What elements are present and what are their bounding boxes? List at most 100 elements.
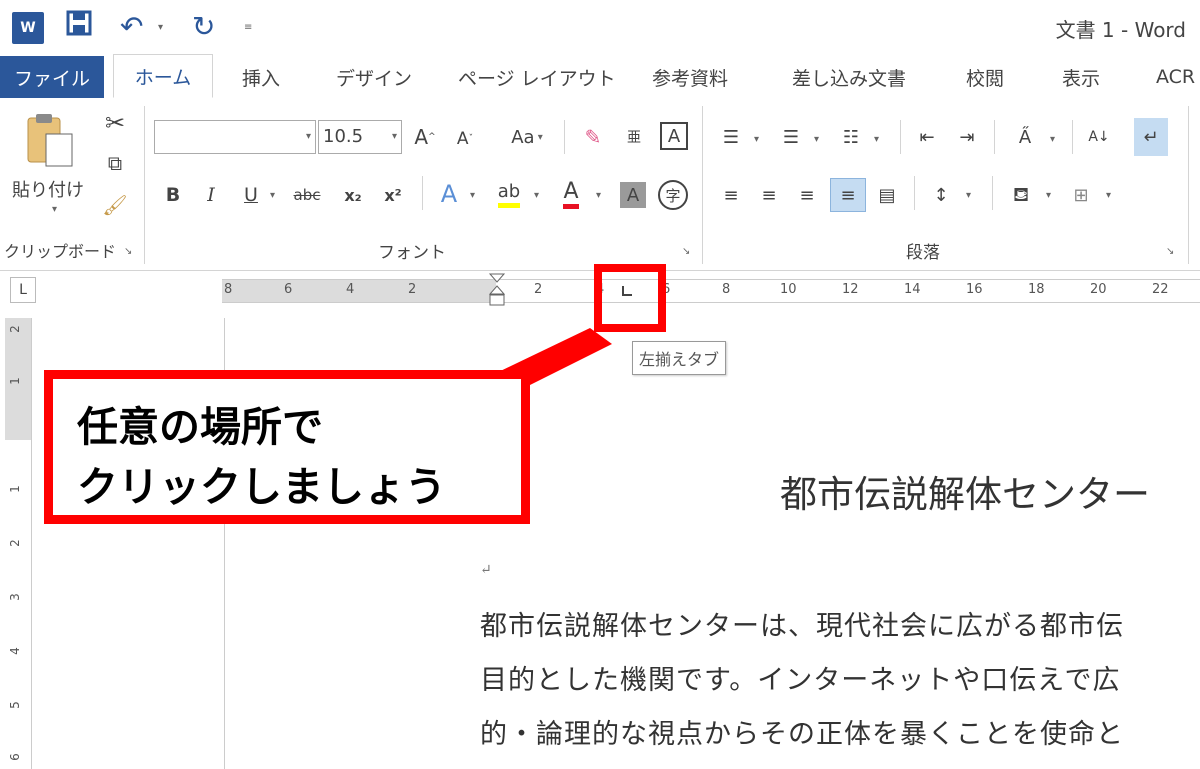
indent-markers-icon[interactable] bbox=[488, 272, 506, 316]
line-spacing-dropdown-icon[interactable]: ▾ bbox=[966, 190, 971, 201]
word-app-icon[interactable]: W bbox=[12, 12, 44, 44]
font-color-dropdown-icon[interactable]: ▾ bbox=[596, 190, 601, 201]
shrink-font-icon[interactable]: Aˇ bbox=[452, 124, 478, 154]
font-separator bbox=[564, 120, 565, 154]
para-separator bbox=[994, 120, 995, 154]
paste-icon[interactable] bbox=[24, 112, 76, 170]
tab-selector-button[interactable]: L bbox=[10, 277, 36, 303]
phonetic-guide-icon[interactable]: 亜 bbox=[622, 120, 646, 154]
underline-dropdown-icon[interactable]: ▾ bbox=[270, 190, 275, 201]
align-center-icon[interactable]: ≡ bbox=[754, 180, 784, 210]
font-name-dropdown-icon[interactable]: ▾ bbox=[306, 131, 311, 142]
tab-acrobat[interactable]: ACR bbox=[1156, 56, 1195, 98]
align-right-icon[interactable]: ≡ bbox=[792, 180, 822, 210]
paragraph-launcher-icon[interactable]: ↘ bbox=[1166, 246, 1174, 257]
numbering-icon[interactable]: ☰ bbox=[776, 122, 806, 152]
bullets-dropdown-icon[interactable]: ▾ bbox=[754, 134, 759, 145]
borders-dropdown-icon[interactable]: ▾ bbox=[1106, 190, 1111, 201]
sort-icon[interactable]: A↓ bbox=[1084, 120, 1114, 154]
horizontal-ruler[interactable]: 8 6 4 2 2 4 6 8 10 12 14 16 18 20 22 bbox=[222, 273, 1200, 306]
vertical-ruler[interactable]: 2 1 1 2 3 4 5 6 bbox=[5, 318, 32, 769]
document-line[interactable]: 目的とした機関です。インターネットや口伝えで広 bbox=[480, 658, 1121, 697]
tab-design[interactable]: デザイン bbox=[336, 56, 412, 98]
subscript-button[interactable]: x₂ bbox=[340, 180, 366, 210]
cut-icon[interactable]: ✂ bbox=[100, 108, 130, 138]
customize-qat-icon[interactable]: ≡ bbox=[244, 22, 252, 33]
highlight-color-icon[interactable]: ab bbox=[492, 178, 526, 210]
ruler-number: 2 bbox=[408, 282, 417, 297]
underline-button[interactable]: U bbox=[240, 180, 262, 210]
font-size-input[interactable]: 10.5 ▾ bbox=[318, 120, 402, 154]
character-shading-icon[interactable]: A bbox=[620, 182, 646, 208]
font-color-icon[interactable]: A bbox=[556, 178, 586, 210]
character-border-icon[interactable]: A bbox=[660, 122, 688, 150]
group-separator bbox=[144, 106, 145, 264]
ruler-margin-area bbox=[222, 280, 496, 302]
line-spacing-icon[interactable]: ↕ bbox=[926, 180, 956, 210]
document-line[interactable]: 都市伝説解体センターは、現代社会に広がる都市伝 bbox=[480, 604, 1124, 643]
asian-layout-icon[interactable]: A̋ bbox=[1008, 122, 1042, 152]
align-left-icon[interactable]: ≡ bbox=[716, 180, 746, 210]
ruler-number: 6 bbox=[284, 282, 293, 297]
document-line[interactable]: 的・論理的な視点からその正体を暴くことを使命と bbox=[480, 712, 1124, 751]
tab-references[interactable]: 参考資料 bbox=[652, 56, 728, 98]
multilevel-dropdown-icon[interactable]: ▾ bbox=[874, 134, 879, 145]
text-effects-icon[interactable]: A bbox=[434, 178, 464, 210]
highlight-dropdown-icon[interactable]: ▾ bbox=[534, 190, 539, 201]
tab-view[interactable]: 表示 bbox=[1062, 56, 1100, 98]
font-size-dropdown-icon[interactable]: ▾ bbox=[392, 121, 397, 153]
paragraph-group-label: 段落 bbox=[906, 243, 940, 263]
save-icon[interactable] bbox=[66, 10, 92, 45]
vruler-number: 1 bbox=[7, 377, 22, 385]
para-separator bbox=[992, 176, 993, 210]
format-painter-icon[interactable]: 🖌 bbox=[100, 190, 130, 220]
vruler-number: 5 bbox=[7, 701, 22, 709]
undo-dropdown-icon[interactable]: ▾ bbox=[158, 22, 163, 33]
shading-dropdown-icon[interactable]: ▾ bbox=[1046, 190, 1051, 201]
enclosed-character-icon[interactable]: 字 bbox=[658, 180, 688, 210]
decrease-indent-icon[interactable]: ⇤ bbox=[912, 122, 942, 152]
clear-formatting-icon[interactable]: ✎ bbox=[578, 122, 608, 152]
tab-file[interactable]: ファイル bbox=[0, 56, 104, 98]
tab-insert[interactable]: 挿入 bbox=[242, 56, 280, 98]
tab-home[interactable]: ホーム bbox=[113, 54, 213, 98]
window-title: 文書 1 - Word bbox=[1055, 18, 1186, 42]
change-case-button[interactable]: Aa ▾ bbox=[502, 122, 552, 152]
grow-font-icon[interactable]: A ^ bbox=[412, 122, 438, 152]
tab-mailings[interactable]: 差し込み文書 bbox=[792, 56, 906, 98]
vruler-number: 4 bbox=[7, 647, 22, 655]
paste-dropdown-icon[interactable]: ▾ bbox=[52, 204, 57, 215]
font-name-input[interactable]: ▾ bbox=[154, 120, 316, 154]
ruler-number: 20 bbox=[1090, 282, 1107, 297]
borders-icon[interactable]: ⊞ bbox=[1066, 180, 1096, 210]
increase-indent-icon[interactable]: ⇥ bbox=[952, 122, 982, 152]
paste-button[interactable]: 貼り付け bbox=[12, 176, 84, 202]
font-launcher-icon[interactable]: ↘ bbox=[682, 246, 690, 257]
shading-icon[interactable]: ⛾ bbox=[1004, 180, 1038, 210]
bullets-icon[interactable]: ☰ bbox=[716, 122, 746, 152]
document-title[interactable]: 都市伝説解体センター bbox=[780, 464, 1150, 518]
superscript-button[interactable]: x² bbox=[380, 180, 406, 210]
numbering-dropdown-icon[interactable]: ▾ bbox=[814, 134, 819, 145]
bold-button[interactable]: B bbox=[162, 180, 184, 210]
change-case-label: Aa bbox=[511, 126, 535, 148]
text-effects-dropdown-icon[interactable]: ▾ bbox=[470, 190, 475, 201]
clipboard-launcher-icon[interactable]: ↘ bbox=[124, 246, 132, 257]
vruler-number: 1 bbox=[7, 485, 22, 493]
tab-page-layout[interactable]: ページ レイアウト bbox=[458, 56, 616, 98]
multilevel-list-icon[interactable]: ☷ bbox=[836, 122, 866, 152]
clipboard-group-label: クリップボード bbox=[4, 242, 117, 261]
show-marks-icon[interactable]: ↵ bbox=[1134, 118, 1168, 156]
paragraph-mark: ↵ bbox=[480, 562, 492, 578]
copy-icon[interactable]: ⧉ bbox=[100, 148, 130, 178]
distributed-icon[interactable]: ▤ bbox=[872, 180, 902, 210]
font-size-value: 10.5 bbox=[323, 126, 364, 147]
asian-layout-dropdown-icon[interactable]: ▾ bbox=[1050, 134, 1055, 145]
undo-icon[interactable]: ↶ bbox=[120, 10, 143, 44]
tab-review[interactable]: 校閲 bbox=[966, 56, 1004, 98]
redo-icon[interactable]: ↻ bbox=[192, 10, 215, 44]
italic-button[interactable]: I bbox=[200, 180, 222, 210]
strikethrough-button[interactable]: abc bbox=[286, 180, 328, 210]
ruler-number: 8 bbox=[722, 282, 731, 297]
justify-icon[interactable]: ≡ bbox=[830, 178, 866, 212]
